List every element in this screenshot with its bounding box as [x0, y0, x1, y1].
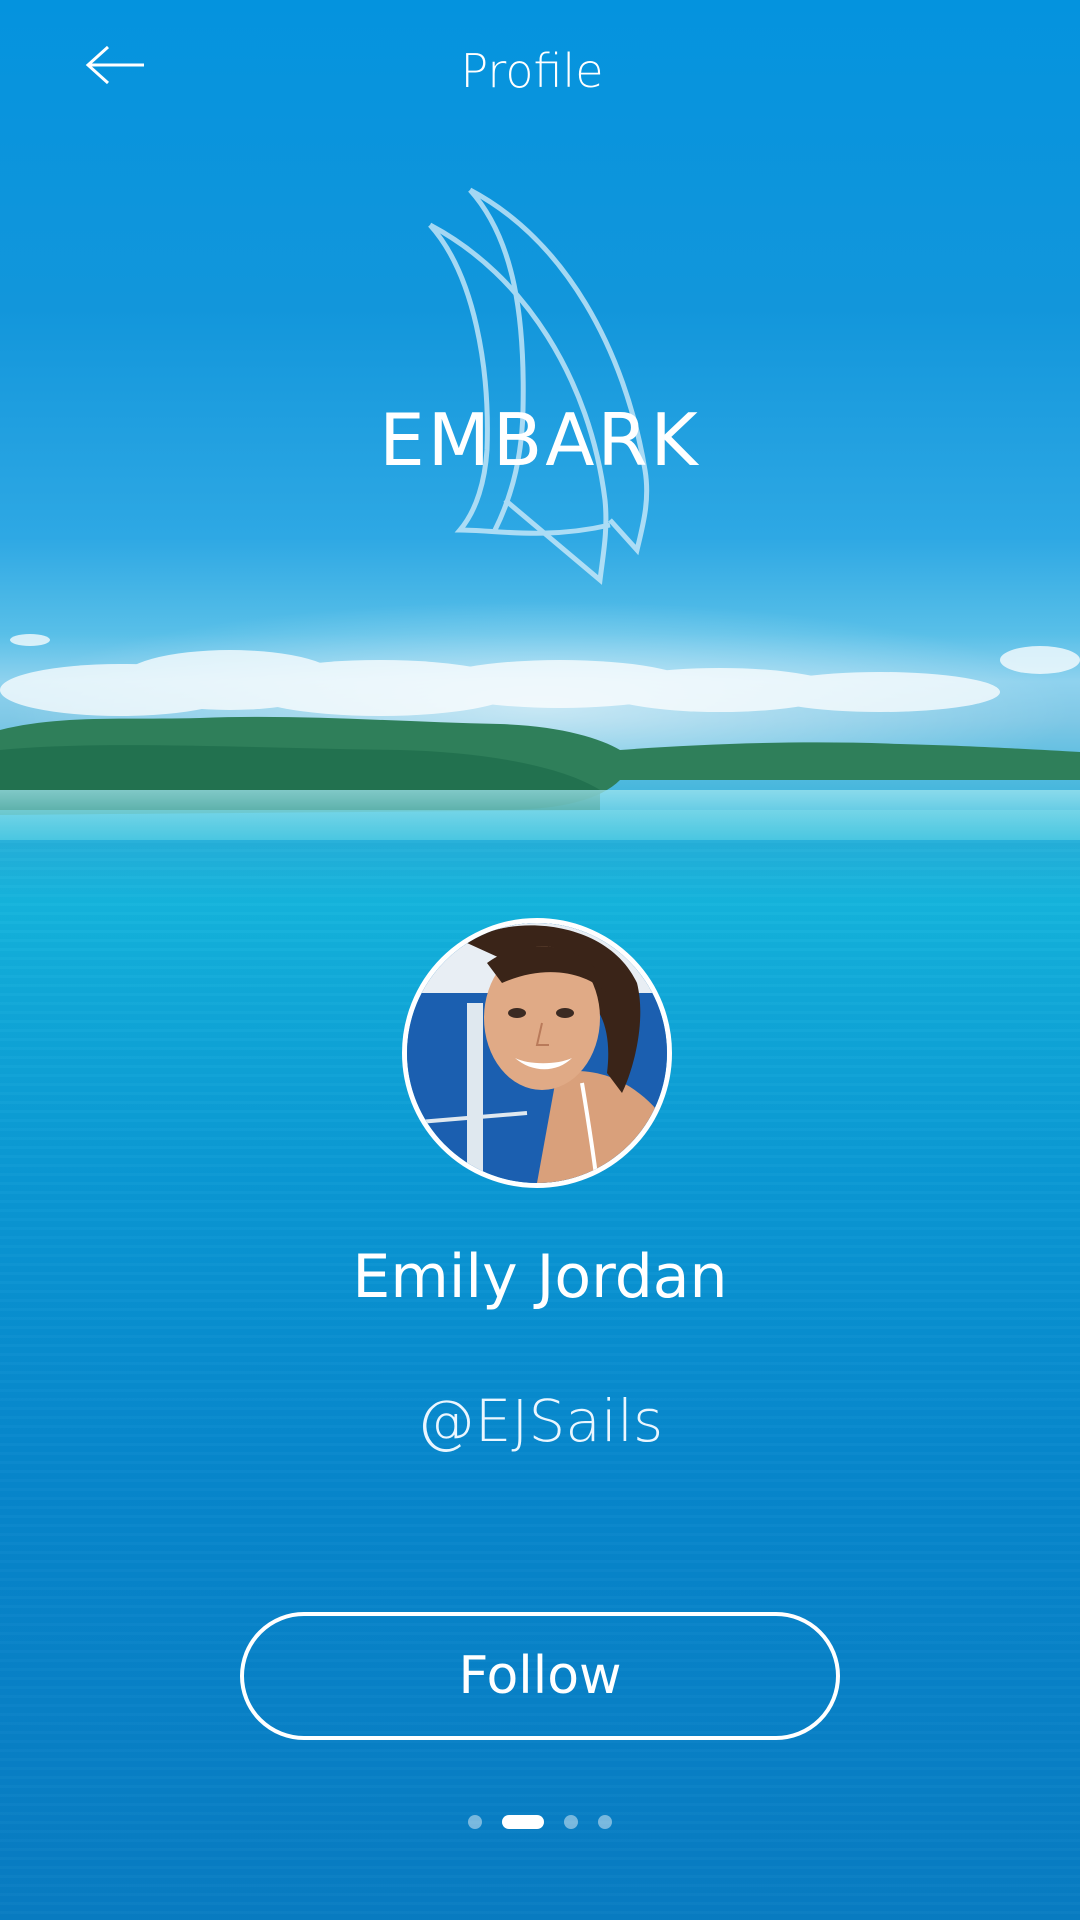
profile-screen: Profile EMBARK Emily Jordan @EJSails Fol…: [0, 0, 1080, 1920]
user-name: Emily Jordan: [352, 1242, 728, 1312]
page-title: Profile: [460, 44, 604, 98]
page-dot-3[interactable]: [564, 1815, 578, 1829]
page-dot-2[interactable]: [502, 1815, 544, 1829]
page-indicator: [0, 1812, 1080, 1832]
brand-name: EMBARK: [379, 398, 701, 482]
page-dot-4[interactable]: [598, 1815, 612, 1829]
avatar: [402, 918, 672, 1188]
user-handle: @EJSails: [416, 1387, 664, 1455]
follow-button[interactable]: Follow: [240, 1612, 840, 1740]
shallow-water: [0, 790, 1080, 840]
page-dot-1[interactable]: [468, 1815, 482, 1829]
sail-logo-icon: [428, 187, 650, 585]
